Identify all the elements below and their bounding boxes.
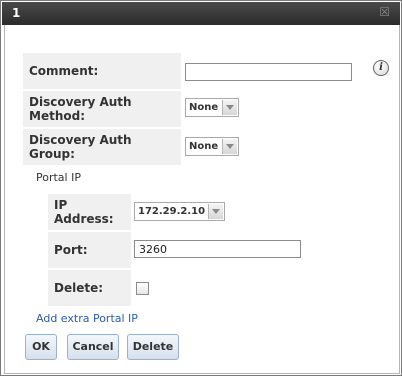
cancel-button[interactable]: Cancel — [67, 334, 119, 360]
comment-label: Comment: — [23, 53, 181, 89]
window-title: 1 — [12, 6, 21, 20]
port-input[interactable] — [134, 240, 301, 258]
info-icon[interactable]: i — [373, 60, 389, 76]
chevron-down-icon — [222, 139, 237, 154]
close-icon[interactable]: ☒ — [379, 6, 390, 18]
delete-checkbox[interactable] — [136, 282, 149, 295]
ip-address-label: IP Address: — [48, 194, 131, 230]
discovery-auth-method-label: Discovery Auth Method: — [23, 91, 181, 127]
discovery-auth-method-value: None — [189, 102, 219, 113]
ip-address-value: 172.29.2.10 — [138, 206, 206, 217]
title-bar[interactable]: 1 ☒ — [2, 2, 400, 25]
discovery-auth-group-label: Discovery Auth Group: — [23, 129, 181, 165]
delete-label: Delete: — [48, 270, 131, 306]
port-label: Port: — [48, 232, 131, 268]
dialog-window: 1 ☒ i Comment: Discovery Auth Method: No… — [0, 0, 402, 376]
add-portal-ip-link[interactable]: Add extra Portal IP — [36, 312, 138, 325]
discovery-auth-group-value: None — [189, 141, 219, 152]
chevron-down-icon — [222, 100, 237, 115]
portal-ip-section-title: Portal IP — [36, 171, 81, 184]
ok-button[interactable]: OK — [25, 334, 57, 360]
discovery-auth-method-select[interactable]: None — [185, 98, 239, 117]
discovery-auth-group-select[interactable]: None — [185, 137, 239, 156]
comment-input[interactable] — [185, 63, 352, 81]
chevron-down-icon — [208, 204, 223, 219]
delete-button[interactable]: Delete — [127, 334, 179, 360]
ip-address-select[interactable]: 172.29.2.10 — [134, 202, 225, 221]
